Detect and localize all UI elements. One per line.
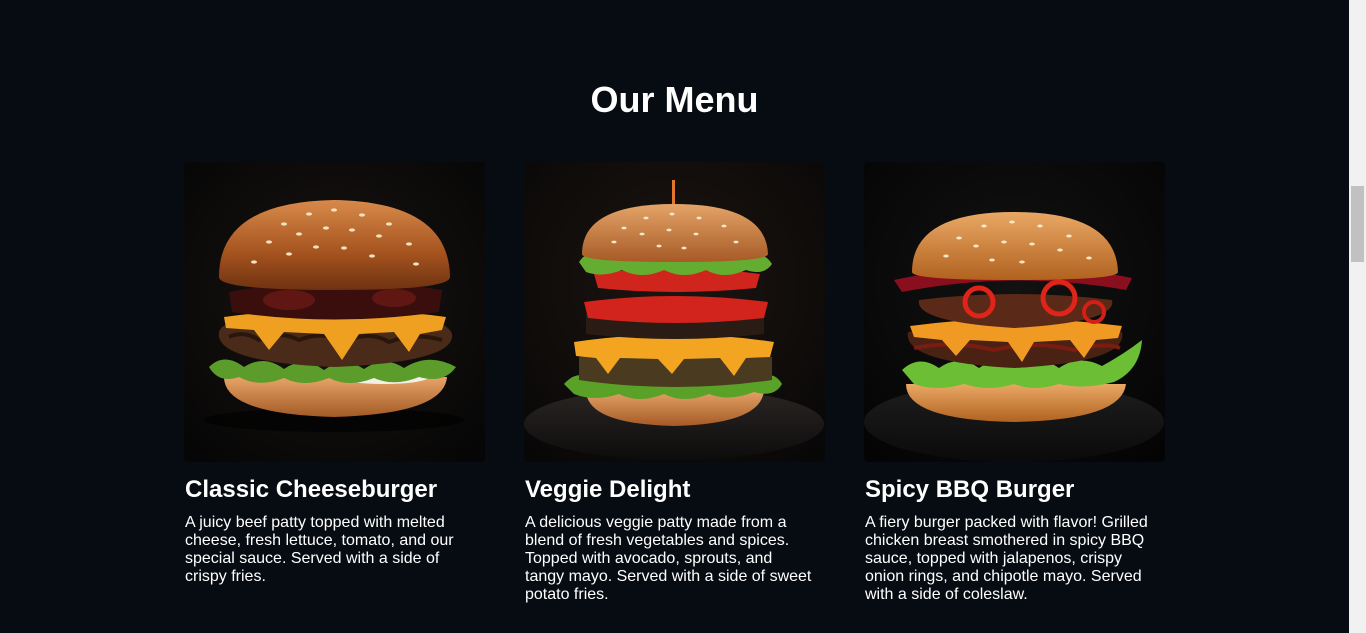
menu-item-description: A juicy beef patty topped with melted ch… <box>185 514 454 585</box>
menu-card-classic-cheeseburger: Classic Cheeseburger A juicy beef patty … <box>184 162 485 586</box>
menu-page: Our Menu Classic Cheeseburger A juicy be… <box>0 0 1349 633</box>
menu-item-name: Classic Cheeseburger <box>185 476 438 503</box>
burger-image <box>524 162 825 462</box>
burger-image <box>864 162 1165 462</box>
menu-item-name: Veggie Delight <box>525 476 691 503</box>
menu-item-description: A delicious veggie patty made from a ble… <box>525 514 812 603</box>
vertical-scrollbar[interactable] <box>1349 0 1366 633</box>
menu-item-description: A fiery burger packed with flavor! Grill… <box>865 514 1148 603</box>
scrollbar-thumb[interactable] <box>1351 186 1364 262</box>
menu-card-veggie-delight: Veggie Delight A delicious veggie patty … <box>524 162 825 604</box>
menu-item-name: Spicy BBQ Burger <box>865 476 1075 503</box>
section-title: Our Menu <box>590 79 759 120</box>
burger-image <box>184 162 485 462</box>
menu-card-spicy-bbq-burger: Spicy BBQ Burger A fiery burger packed w… <box>864 162 1165 604</box>
